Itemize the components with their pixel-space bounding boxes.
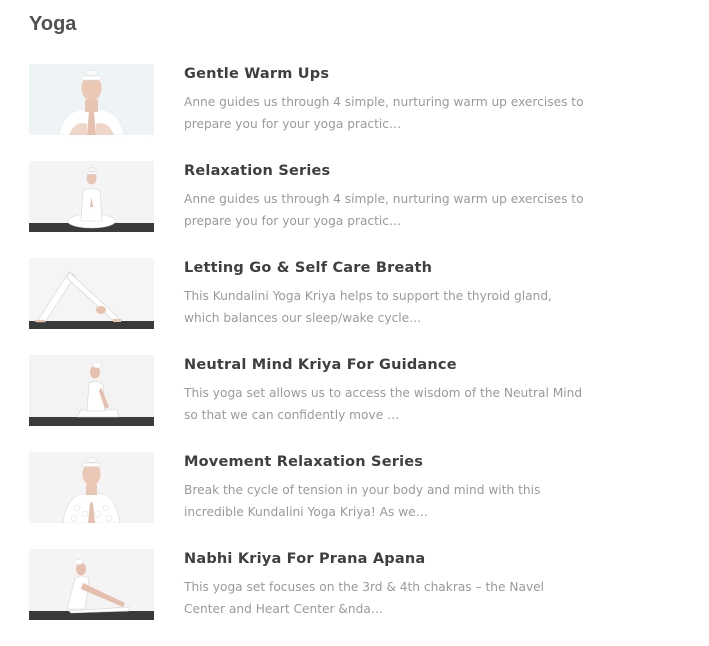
video-thumbnail[interactable] — [29, 549, 154, 620]
video-thumbnail[interactable] — [29, 64, 154, 135]
video-title[interactable]: Movement Relaxation Series — [184, 452, 584, 472]
video-thumbnail[interactable] — [29, 355, 154, 426]
list-item[interactable]: Nabhi Kriya For Prana Apana This yoga se… — [29, 549, 589, 620]
video-description: This yoga set focuses on the 3rd & 4th c… — [184, 580, 545, 616]
list-item[interactable]: Movement Relaxation Series Break the cyc… — [29, 452, 589, 523]
video-thumbnail[interactable] — [29, 161, 154, 232]
video-title[interactable]: Relaxation Series — [184, 161, 584, 181]
video-info: Letting Go & Self Care Breath This Kunda… — [184, 258, 584, 329]
video-info: Nabhi Kriya For Prana Apana This yoga se… — [184, 549, 584, 620]
video-info: Gentle Warm Ups Anne guides us through 4… — [184, 64, 584, 135]
video-description: Break the cycle of tension in your body … — [184, 483, 541, 519]
page-title: Yoga — [29, 13, 77, 35]
list-item[interactable]: Neutral Mind Kriya For Guidance This yog… — [29, 355, 589, 426]
video-thumbnail[interactable] — [29, 258, 154, 329]
video-description: Anne guides us through 4 simple, nurturi… — [184, 192, 584, 228]
thumbnail-image — [29, 355, 154, 426]
video-thumbnail[interactable] — [29, 452, 154, 523]
video-description: This Kundalini Yoga Kriya helps to suppo… — [184, 289, 552, 325]
list-item[interactable]: Gentle Warm Ups Anne guides us through 4… — [29, 64, 589, 135]
video-title[interactable]: Letting Go & Self Care Breath — [184, 258, 584, 278]
thumbnail-image — [29, 258, 154, 329]
video-info: Neutral Mind Kriya For Guidance This yog… — [184, 355, 584, 426]
thumbnail-image — [29, 64, 154, 135]
list-item[interactable]: Letting Go & Self Care Breath This Kunda… — [29, 258, 589, 329]
video-list: Gentle Warm Ups Anne guides us through 4… — [29, 64, 589, 646]
video-title[interactable]: Nabhi Kriya For Prana Apana — [184, 549, 584, 569]
thumbnail-image — [29, 549, 154, 620]
video-info: Relaxation Series Anne guides us through… — [184, 161, 584, 232]
video-description: This yoga set allows us to access the wi… — [184, 386, 583, 422]
thumbnail-image — [29, 161, 154, 232]
video-description: Anne guides us through 4 simple, nurturi… — [184, 95, 584, 131]
video-info: Movement Relaxation Series Break the cyc… — [184, 452, 584, 523]
thumbnail-image — [29, 452, 154, 523]
video-title[interactable]: Neutral Mind Kriya For Guidance — [184, 355, 584, 375]
list-item[interactable]: Relaxation Series Anne guides us through… — [29, 161, 589, 232]
video-title[interactable]: Gentle Warm Ups — [184, 64, 584, 84]
